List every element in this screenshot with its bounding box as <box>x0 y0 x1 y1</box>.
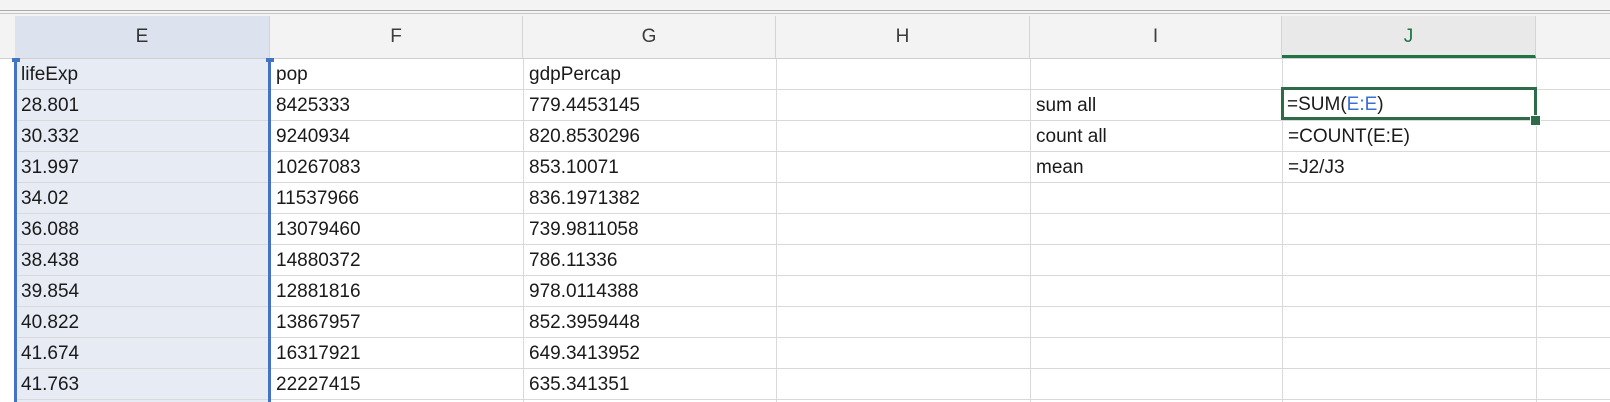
cell-j1[interactable] <box>1288 59 1532 90</box>
cell-f11[interactable]: 22227415 <box>276 369 519 400</box>
cell-g7[interactable]: 786.11336 <box>529 245 772 276</box>
cell-e10[interactable]: 41.674 <box>21 338 266 369</box>
cell-h10[interactable] <box>782 338 1026 369</box>
column-header-g[interactable]: G <box>523 16 776 58</box>
range-highlight-left-border <box>14 59 17 402</box>
cell-h1[interactable] <box>782 59 1026 90</box>
cell-f5[interactable]: 11537966 <box>276 183 519 214</box>
cell-i2[interactable]: sum all <box>1036 90 1278 121</box>
cell-i6[interactable] <box>1036 214 1278 245</box>
toolbar-divider-secondary <box>0 13 1610 14</box>
cell-e5[interactable]: 34.02 <box>21 183 266 214</box>
fill-handle[interactable] <box>1530 115 1541 126</box>
toolbar-divider <box>0 10 1610 11</box>
cell-e3[interactable]: 30.332 <box>21 121 266 152</box>
cell-i1[interactable] <box>1036 59 1278 90</box>
cell-g9[interactable]: 852.3959448 <box>529 307 772 338</box>
cell-i10[interactable] <box>1036 338 1278 369</box>
cell-i7[interactable] <box>1036 245 1278 276</box>
cell-g6[interactable]: 739.9811058 <box>529 214 772 245</box>
cell-h7[interactable] <box>782 245 1026 276</box>
column-header-j[interactable]: J <box>1282 16 1536 58</box>
cell-j7[interactable] <box>1288 245 1532 276</box>
cell-f10[interactable]: 16317921 <box>276 338 519 369</box>
cell-e6[interactable]: 36.088 <box>21 214 266 245</box>
column-divider <box>776 59 777 402</box>
cell-h11[interactable] <box>782 369 1026 400</box>
cell-j5[interactable] <box>1288 183 1532 214</box>
cell-i11[interactable] <box>1036 369 1278 400</box>
cell-h3[interactable] <box>782 121 1026 152</box>
cell-e11[interactable]: 41.763 <box>21 369 266 400</box>
cell-f9[interactable]: 13867957 <box>276 307 519 338</box>
cell-j4[interactable]: =J2/J3 <box>1288 152 1532 183</box>
cell-g1[interactable]: gdpPercap <box>529 59 772 90</box>
cell-e7[interactable]: 38.438 <box>21 245 266 276</box>
column-header-f[interactable]: F <box>270 16 523 58</box>
range-highlight-right-border <box>268 59 271 402</box>
cell-f4[interactable]: 10267083 <box>276 152 519 183</box>
cell-j9[interactable] <box>1288 307 1532 338</box>
column-divider <box>523 59 524 402</box>
cell-e1[interactable]: lifeExp <box>21 59 266 90</box>
cell-h6[interactable] <box>782 214 1026 245</box>
cell-h4[interactable] <box>782 152 1026 183</box>
cell-h5[interactable] <box>782 183 1026 214</box>
cell-j8[interactable] <box>1288 276 1532 307</box>
range-resize-handle-left[interactable] <box>12 58 20 62</box>
cell-j10[interactable] <box>1288 338 1532 369</box>
cell-i9[interactable] <box>1036 307 1278 338</box>
range-resize-handle-right[interactable] <box>266 58 274 62</box>
cell-j6[interactable] <box>1288 214 1532 245</box>
cell-e4[interactable]: 31.997 <box>21 152 266 183</box>
cell-i3[interactable]: count all <box>1036 121 1278 152</box>
cell-e9[interactable]: 40.822 <box>21 307 266 338</box>
cell-g3[interactable]: 820.8530296 <box>529 121 772 152</box>
column-header-i[interactable]: I <box>1030 16 1282 58</box>
cell-i5[interactable] <box>1036 183 1278 214</box>
column-header-e[interactable]: E <box>15 16 270 58</box>
cell-g11[interactable]: 635.341351 <box>529 369 772 400</box>
cell-h9[interactable] <box>782 307 1026 338</box>
cell-g4[interactable]: 853.10071 <box>529 152 772 183</box>
cell-f3[interactable]: 9240934 <box>276 121 519 152</box>
column-divider <box>1030 59 1031 402</box>
cell-j11[interactable] <box>1288 369 1532 400</box>
cell-e2[interactable]: 28.801 <box>21 90 266 121</box>
cell-i8[interactable] <box>1036 276 1278 307</box>
active-cell-border <box>1281 87 1537 120</box>
cell-e8[interactable]: 39.854 <box>21 276 266 307</box>
cell-f6[interactable]: 13079460 <box>276 214 519 245</box>
cell-g5[interactable]: 836.1971382 <box>529 183 772 214</box>
cell-g10[interactable]: 649.3413952 <box>529 338 772 369</box>
column-header-h[interactable]: H <box>776 16 1030 58</box>
cell-h2[interactable] <box>782 90 1026 121</box>
cell-f7[interactable]: 14880372 <box>276 245 519 276</box>
cell-f2[interactable]: 8425333 <box>276 90 519 121</box>
cell-h8[interactable] <box>782 276 1026 307</box>
cell-g2[interactable]: 779.4453145 <box>529 90 772 121</box>
cell-i4[interactable]: mean <box>1036 152 1278 183</box>
cell-f1[interactable]: pop <box>276 59 519 90</box>
cell-g8[interactable]: 978.0114388 <box>529 276 772 307</box>
cell-j3[interactable]: =COUNT(E:E) <box>1288 121 1532 152</box>
cell-f8[interactable]: 12881816 <box>276 276 519 307</box>
